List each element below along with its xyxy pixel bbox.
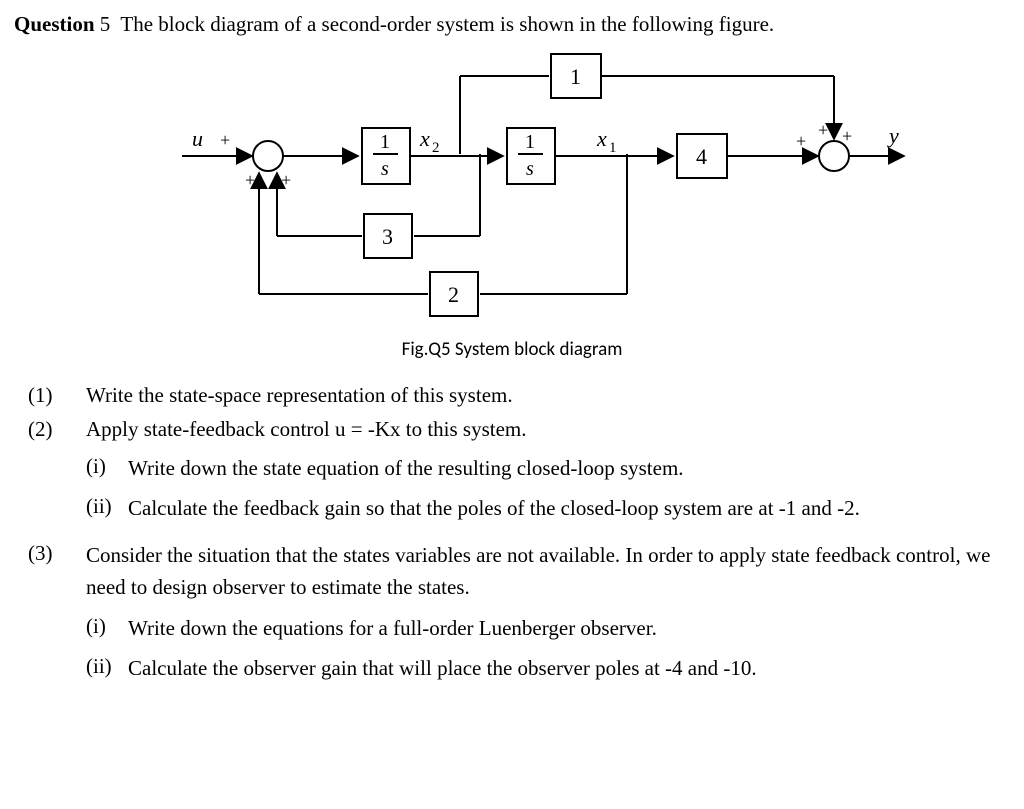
subpart-2-i: (i) Write down the state equation of the… xyxy=(86,452,1010,485)
plus-sign: + xyxy=(818,120,828,140)
subpart-number: (ii) xyxy=(86,652,128,685)
block-diagram-container: u + + + 1 s x 2 1 s x 1 4 + y 1 + + xyxy=(14,46,1010,331)
subpart-3-ii: (ii) Calculate the observer gain that wi… xyxy=(86,652,1010,685)
question-prompt: The block diagram of a second-order syst… xyxy=(120,12,774,36)
block-gain-1-label: 1 xyxy=(570,64,581,89)
question-parts: (1) Write the state-space representation… xyxy=(28,381,1010,693)
subpart-text: Calculate the observer gain that will pl… xyxy=(128,652,1010,685)
plus-sign: + xyxy=(281,170,291,190)
figure-caption: Fig.Q5 System block diagram xyxy=(14,337,1010,363)
block-diagram: u + + + 1 s x 2 1 s x 1 4 + y 1 + + xyxy=(102,46,922,331)
subpart-2-ii: (ii) Calculate the feedback gain so that… xyxy=(86,492,1010,525)
subpart-number: (i) xyxy=(86,612,128,645)
block-gain-2-label: 2 xyxy=(448,282,459,307)
plus-sign: + xyxy=(842,126,852,146)
subpart-number: (i) xyxy=(86,452,128,485)
integrator-den: s xyxy=(526,158,534,180)
part-1: (1) Write the state-space representation… xyxy=(28,381,1010,409)
part-text: Write the state-space representation of … xyxy=(86,381,1010,409)
question-number: 5 xyxy=(100,12,111,36)
integrator-num: 1 xyxy=(525,131,535,153)
signal-x1-sub: 1 xyxy=(609,140,617,156)
part-text: Apply state-feedback control u = -Kx to … xyxy=(86,415,1010,443)
part-number: (3) xyxy=(28,539,86,693)
signal-u: u xyxy=(192,126,203,151)
plus-sign: + xyxy=(796,131,806,151)
part-text: Consider the situation that the states v… xyxy=(86,539,1010,604)
part-3: (3) Consider the situation that the stat… xyxy=(28,539,1010,693)
subpart-text: Write down the equations for a full-orde… xyxy=(128,612,1010,645)
part-number: (1) xyxy=(28,381,86,409)
question-label: Question xyxy=(14,12,95,36)
question-header: Question 5 The block diagram of a second… xyxy=(14,10,1010,38)
subpart-text: Calculate the feedback gain so that the … xyxy=(128,492,1010,525)
signal-y: y xyxy=(887,123,899,148)
signal-x1: x xyxy=(596,126,607,151)
plus-sign: + xyxy=(220,130,230,150)
part-number: (2) xyxy=(28,415,86,532)
subpart-text: Write down the state equation of the res… xyxy=(128,452,1010,485)
integrator-num: 1 xyxy=(380,131,390,153)
part-2: (2) Apply state-feedback control u = -Kx… xyxy=(28,415,1010,532)
integrator-den: s xyxy=(381,158,389,180)
signal-x2-sub: 2 xyxy=(432,140,440,156)
subpart-number: (ii) xyxy=(86,492,128,525)
block-gain-4-label: 4 xyxy=(696,144,707,169)
block-gain-3-label: 3 xyxy=(382,224,393,249)
signal-x2: x xyxy=(419,126,430,151)
plus-sign: + xyxy=(245,170,255,190)
summing-junction-1 xyxy=(253,141,283,171)
subpart-3-i: (i) Write down the equations for a full-… xyxy=(86,612,1010,645)
